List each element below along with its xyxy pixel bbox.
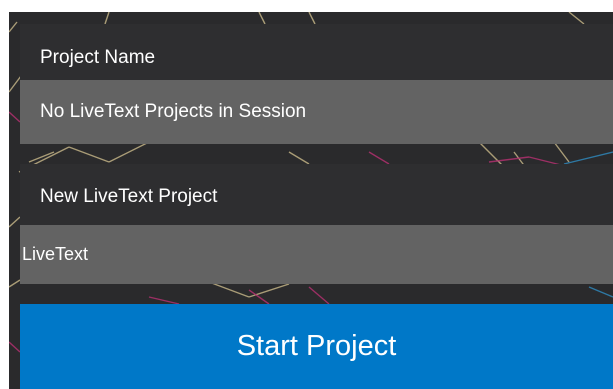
project-select[interactable]: No LiveText Projects in Session xyxy=(20,80,613,144)
new-project-name-input[interactable]: LiveText xyxy=(20,225,613,284)
new-project-label: New LiveText Project xyxy=(20,164,613,230)
start-project-button[interactable]: Start Project xyxy=(20,304,613,389)
livetext-dialog: Project Name No LiveText Projects in Ses… xyxy=(9,12,613,389)
